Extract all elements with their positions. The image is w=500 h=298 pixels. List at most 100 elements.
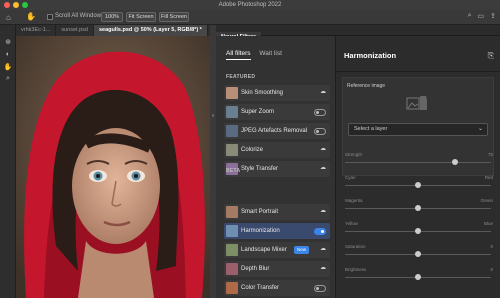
slider-handle[interactable]	[451, 159, 458, 165]
filter-settings-pane: Harmonization ⎘ Reference image Select a…	[336, 36, 500, 298]
doc-tab[interactable]: sunset.psd	[56, 25, 94, 36]
window-title: Adobe Photoshop 2022	[218, 2, 282, 8]
export-icon[interactable]: ⎘	[488, 51, 494, 61]
slider-label: Cyan	[345, 175, 356, 180]
filter-item[interactable]: Harmonization	[224, 223, 330, 239]
adjustment-slider[interactable]: Strength 75	[345, 152, 493, 170]
scroll-all-windows-checkbox[interactable]	[47, 14, 53, 20]
cloud-download-icon[interactable]: ☁	[320, 88, 326, 95]
filter-toggle[interactable]	[314, 228, 326, 235]
cloud-download-icon[interactable]: ☁	[320, 245, 326, 252]
scroll-all-windows-label: Scroll All Windows	[55, 13, 105, 19]
hand-tool-icon[interactable]: ✋	[26, 12, 36, 21]
filter-thumbnail	[226, 282, 238, 294]
slider-track[interactable]	[345, 162, 491, 163]
slider-right-label: Red	[484, 175, 493, 180]
close-window-button[interactable]	[4, 2, 10, 8]
tab-wait-list[interactable]: Wait list	[259, 50, 282, 57]
slider-handle[interactable]	[415, 274, 421, 280]
options-bar: ⌂ ✋ Scroll All Windows 100% Fit Screen F…	[0, 10, 500, 25]
slider-handle[interactable]	[415, 205, 421, 211]
section-featured: FEATURED	[226, 74, 256, 80]
filter-item[interactable]: Landscape Mixer New ☁	[224, 242, 330, 258]
rotate-tool-icon[interactable]: ◐	[3, 51, 13, 61]
filter-item[interactable]: JPEG Artefacts Removal	[224, 123, 330, 139]
adjustment-slider[interactable]: Cyan Red	[345, 175, 493, 193]
toggle-knob	[316, 287, 319, 290]
slider-label: Magenta	[345, 198, 363, 203]
cloud-download-icon[interactable]: ☁	[320, 207, 326, 214]
slider-handle[interactable]	[415, 228, 421, 234]
toggle-knob	[316, 130, 319, 133]
zoom-tool-icon[interactable]: ⌕	[3, 75, 13, 85]
workspace-icon[interactable]: ▭	[478, 12, 485, 20]
slider-label: Yellow	[345, 221, 358, 226]
slider-right-label: 0	[490, 267, 493, 272]
share-icon[interactable]: ⇪	[490, 12, 496, 20]
filter-name: Smart Portrait	[241, 209, 279, 215]
filter-name: Harmonization	[241, 228, 280, 234]
adjustment-slider[interactable]: Saturation 0	[345, 244, 493, 262]
adjustment-slider[interactable]: Yellow Blue	[345, 221, 493, 239]
filter-name: Color Transfer	[241, 285, 280, 291]
toggle-knob	[321, 230, 324, 233]
zoom-100-button[interactable]: 100%	[101, 12, 123, 22]
adjustment-slider[interactable]: Brightness 0	[345, 267, 493, 285]
filter-item[interactable]: Colorize ☁	[224, 142, 330, 158]
portrait-image	[16, 36, 210, 298]
filter-item[interactable]: Color Transfer	[224, 280, 330, 296]
slider-right-label: Blue	[483, 221, 493, 226]
filter-title: Harmonization	[344, 51, 397, 60]
title-bar: Adobe Photoshop 2022	[0, 0, 500, 10]
adjustment-slider[interactable]: Magenta Green	[345, 198, 493, 216]
tab-all-filters[interactable]: All filters	[226, 50, 251, 60]
slider-handle[interactable]	[415, 182, 421, 188]
filter-name: JPEG Artefacts Removal	[241, 128, 308, 134]
slider-right-label: Green	[480, 198, 493, 203]
filter-name: Landscape Mixer	[241, 247, 287, 253]
window-controls[interactable]	[4, 2, 28, 8]
filter-toggle[interactable]	[314, 109, 326, 116]
layer-select-value: Select a layer	[354, 126, 388, 132]
slider-handle[interactable]	[415, 251, 421, 257]
slider-label: Strength	[345, 152, 363, 157]
fit-screen-button[interactable]: Fit Screen	[126, 12, 156, 22]
filter-name: Depth Blur	[241, 266, 270, 272]
filter-thumbnail	[226, 244, 238, 256]
filter-toggle[interactable]	[314, 128, 326, 135]
filter-thumbnail	[226, 87, 238, 99]
document-canvas[interactable]	[16, 36, 210, 298]
search-icon[interactable]: ⌕	[468, 12, 472, 20]
fill-screen-button[interactable]: Fill Screen	[159, 12, 189, 22]
image-placeholder-icon	[406, 96, 427, 110]
cloud-download-icon[interactable]: ☁	[320, 145, 326, 152]
minimize-window-button[interactable]	[13, 2, 19, 8]
doc-tab-active[interactable]: seagulls.psd @ 50% (Layer 5, RGB/8*) *	[93, 25, 208, 36]
move-tool-icon[interactable]: ⊕	[3, 38, 13, 48]
filter-thumbnail	[226, 144, 238, 156]
filter-thumbnail	[226, 263, 238, 275]
slider-right-label: 0	[490, 244, 493, 249]
layer-select[interactable]: Select a layer ⌄	[348, 123, 488, 136]
filter-thumbnail	[226, 106, 238, 118]
hand-tool-icon[interactable]: ✋	[3, 63, 13, 73]
cloud-download-icon[interactable]: ☁	[320, 264, 326, 271]
filter-name: Colorize	[241, 147, 264, 153]
filter-toggle[interactable]	[314, 285, 326, 292]
filter-name: Skin Smoothing	[241, 90, 284, 96]
filter-item[interactable]: Smart Portrait ☁	[224, 204, 330, 220]
filter-thumbnail	[226, 125, 238, 137]
new-badge: New	[294, 246, 310, 254]
slider-right-label: 75	[487, 152, 493, 157]
filter-name: Super Zoom	[241, 109, 275, 115]
slider-label: Saturation	[345, 244, 366, 249]
cloud-download-icon[interactable]: ☁	[320, 164, 326, 171]
chevron-down-icon: ⌄	[477, 126, 483, 132]
doc-tab[interactable]: vrhk3Ec-1...	[16, 25, 57, 36]
filter-item[interactable]: Depth Blur ☁	[224, 261, 330, 277]
home-icon[interactable]: ⌂	[6, 13, 11, 22]
neural-filters-header: Neural Filters	[216, 25, 500, 43]
zoom-window-button[interactable]	[22, 2, 28, 8]
filter-item[interactable]: Skin Smoothing ☁	[224, 85, 330, 101]
filter-item[interactable]: Super Zoom	[224, 104, 330, 120]
